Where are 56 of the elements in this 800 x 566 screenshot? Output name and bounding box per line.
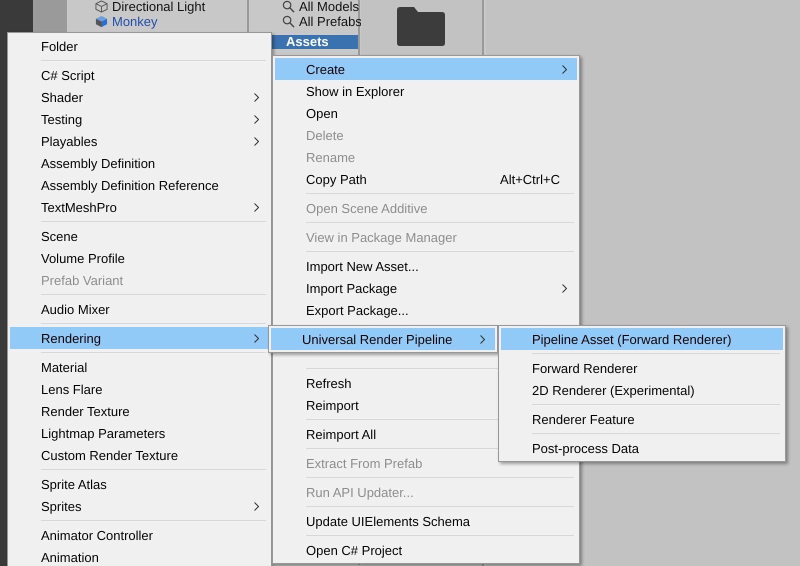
cube-icon (95, 15, 108, 28)
cube-icon (95, 0, 108, 13)
menu-item[interactable]: Open C# Project (275, 539, 577, 561)
chevron-right-icon (480, 335, 485, 344)
search-icon (282, 0, 295, 13)
menu-item[interactable]: Audio Mixer (10, 298, 269, 320)
menu-item[interactable]: Lens Flare (10, 378, 269, 400)
menu-item[interactable]: Rendering (10, 327, 269, 349)
menu-item[interactable]: Show in Explorer (275, 80, 577, 102)
menu-item[interactable]: Scene (10, 225, 269, 247)
menu-item[interactable]: Folder (10, 35, 269, 57)
shortcut-text: Alt+Ctrl+C (500, 172, 560, 186)
menu-item[interactable]: Animator Controller (10, 524, 269, 546)
menu-item[interactable]: Material (10, 356, 269, 378)
hierarchy-item[interactable]: Monkey (112, 14, 158, 29)
favorite-item[interactable]: All Models (299, 0, 359, 14)
hierarchy-item[interactable]: Directional Light (112, 0, 206, 14)
chevron-right-icon (254, 137, 259, 146)
menu-item[interactable]: Sprites (10, 495, 269, 517)
menu-item[interactable]: Create (275, 58, 577, 80)
menu-item[interactable]: Testing (10, 108, 269, 130)
menu-item[interactable]: 2D Renderer (Experimental) (501, 379, 783, 401)
menu-item[interactable]: Assembly Definition (10, 152, 269, 174)
menu-item[interactable]: Sprite Atlas (10, 473, 269, 495)
chevron-right-icon (254, 115, 259, 124)
menu-item[interactable]: Assembly Definition Reference (10, 174, 269, 196)
menu-item[interactable]: Update UIElements Schema (275, 510, 577, 532)
menu-item[interactable]: Post-process Data (501, 437, 783, 459)
menu-item[interactable]: Playables (10, 130, 269, 152)
menu-item[interactable]: Pipeline Asset (Forward Renderer) (501, 328, 783, 350)
menu-item[interactable]: Lightmap Parameters (10, 422, 269, 444)
menu-item[interactable]: Universal Render Pipeline (271, 328, 495, 350)
menu-item[interactable]: C# Script (10, 64, 269, 86)
menu-item[interactable]: Shader (10, 86, 269, 108)
menu-item[interactable]: Custom Render Texture (10, 444, 269, 466)
menu-item[interactable]: Volume Profile (10, 247, 269, 269)
chevron-right-icon (254, 203, 259, 212)
chevron-right-icon (562, 284, 567, 293)
menu-item[interactable]: Import New Asset... (275, 255, 577, 277)
menu-item[interactable]: Forward Renderer (501, 357, 783, 379)
chevron-right-icon (254, 502, 259, 511)
menu-item[interactable]: Open (275, 102, 577, 124)
menu-item[interactable]: Render Texture (10, 400, 269, 422)
menu-item[interactable]: Animation (10, 546, 269, 566)
chevron-right-icon (254, 334, 259, 343)
search-icon (282, 15, 295, 28)
menu-item[interactable]: Export Package... (275, 299, 577, 321)
menu-item[interactable]: Renderer Feature (501, 408, 783, 430)
menu-item[interactable]: TextMeshPro (10, 196, 269, 218)
folder-icon[interactable] (397, 6, 445, 46)
chevron-right-icon (562, 65, 567, 74)
menu-item[interactable]: Import Package (275, 277, 577, 299)
folder-tree-item[interactable]: Assets (270, 35, 358, 49)
chevron-right-icon (254, 93, 259, 102)
favorite-item[interactable]: All Prefabs (299, 14, 362, 29)
menu-item[interactable]: Copy Path Alt+Ctrl+C (275, 168, 577, 190)
